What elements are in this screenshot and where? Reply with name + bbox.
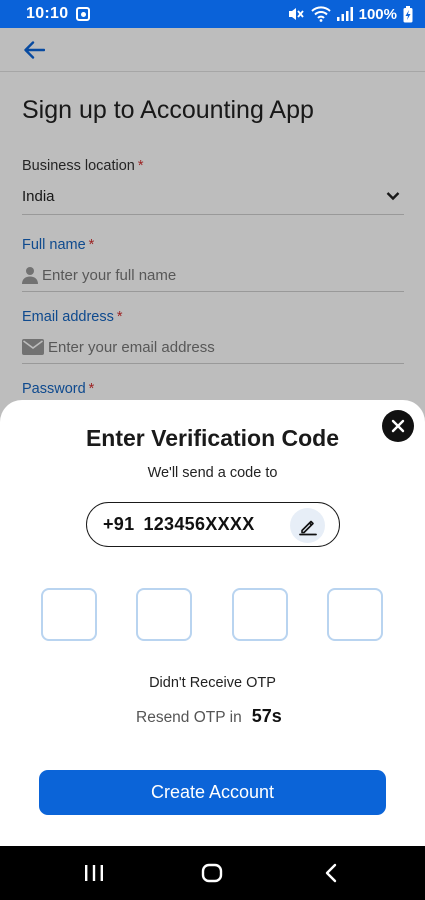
resend-label: Resend OTP in bbox=[136, 709, 242, 726]
country-code: +91 bbox=[103, 514, 135, 534]
sheet-title: Enter Verification Code bbox=[85, 425, 340, 451]
signal-icon bbox=[336, 7, 353, 21]
create-account-button[interactable]: Create Account bbox=[39, 770, 386, 815]
otp-digit-1[interactable] bbox=[41, 588, 97, 641]
mute-icon bbox=[287, 6, 305, 22]
navigation-bar bbox=[0, 846, 425, 900]
back-nav-icon bbox=[325, 863, 337, 883]
otp-digit-2[interactable] bbox=[136, 588, 192, 641]
recents-icon bbox=[85, 865, 103, 881]
battery-text: 100% bbox=[358, 5, 397, 23]
sheet-subtitle: We'll send a code to bbox=[147, 465, 278, 481]
pencil-icon bbox=[298, 520, 317, 535]
phone-number: 123456XXXX bbox=[143, 514, 255, 534]
edit-phone-button[interactable] bbox=[290, 508, 325, 543]
back-nav-button[interactable] bbox=[321, 860, 341, 886]
home-button[interactable] bbox=[199, 860, 225, 886]
status-bar: 10:10 100% bbox=[0, 0, 425, 28]
home-icon bbox=[201, 863, 223, 883]
recents-button[interactable] bbox=[82, 860, 106, 886]
phone-number-display: +91 123456XXXX bbox=[86, 502, 340, 547]
resend-otp: Resend OTP in 57s bbox=[136, 706, 282, 727]
otp-digit-3[interactable] bbox=[232, 588, 288, 641]
didnt-receive-text: Didn't Receive OTP bbox=[149, 675, 276, 691]
notification-icon bbox=[76, 7, 91, 21]
otp-digit-4[interactable] bbox=[327, 588, 383, 641]
status-icons: 100% bbox=[287, 5, 413, 23]
status-time: 10:10 bbox=[26, 5, 69, 22]
wifi-icon bbox=[310, 6, 331, 22]
resend-timer: 57s bbox=[251, 706, 282, 726]
battery-charging-icon bbox=[403, 5, 413, 23]
